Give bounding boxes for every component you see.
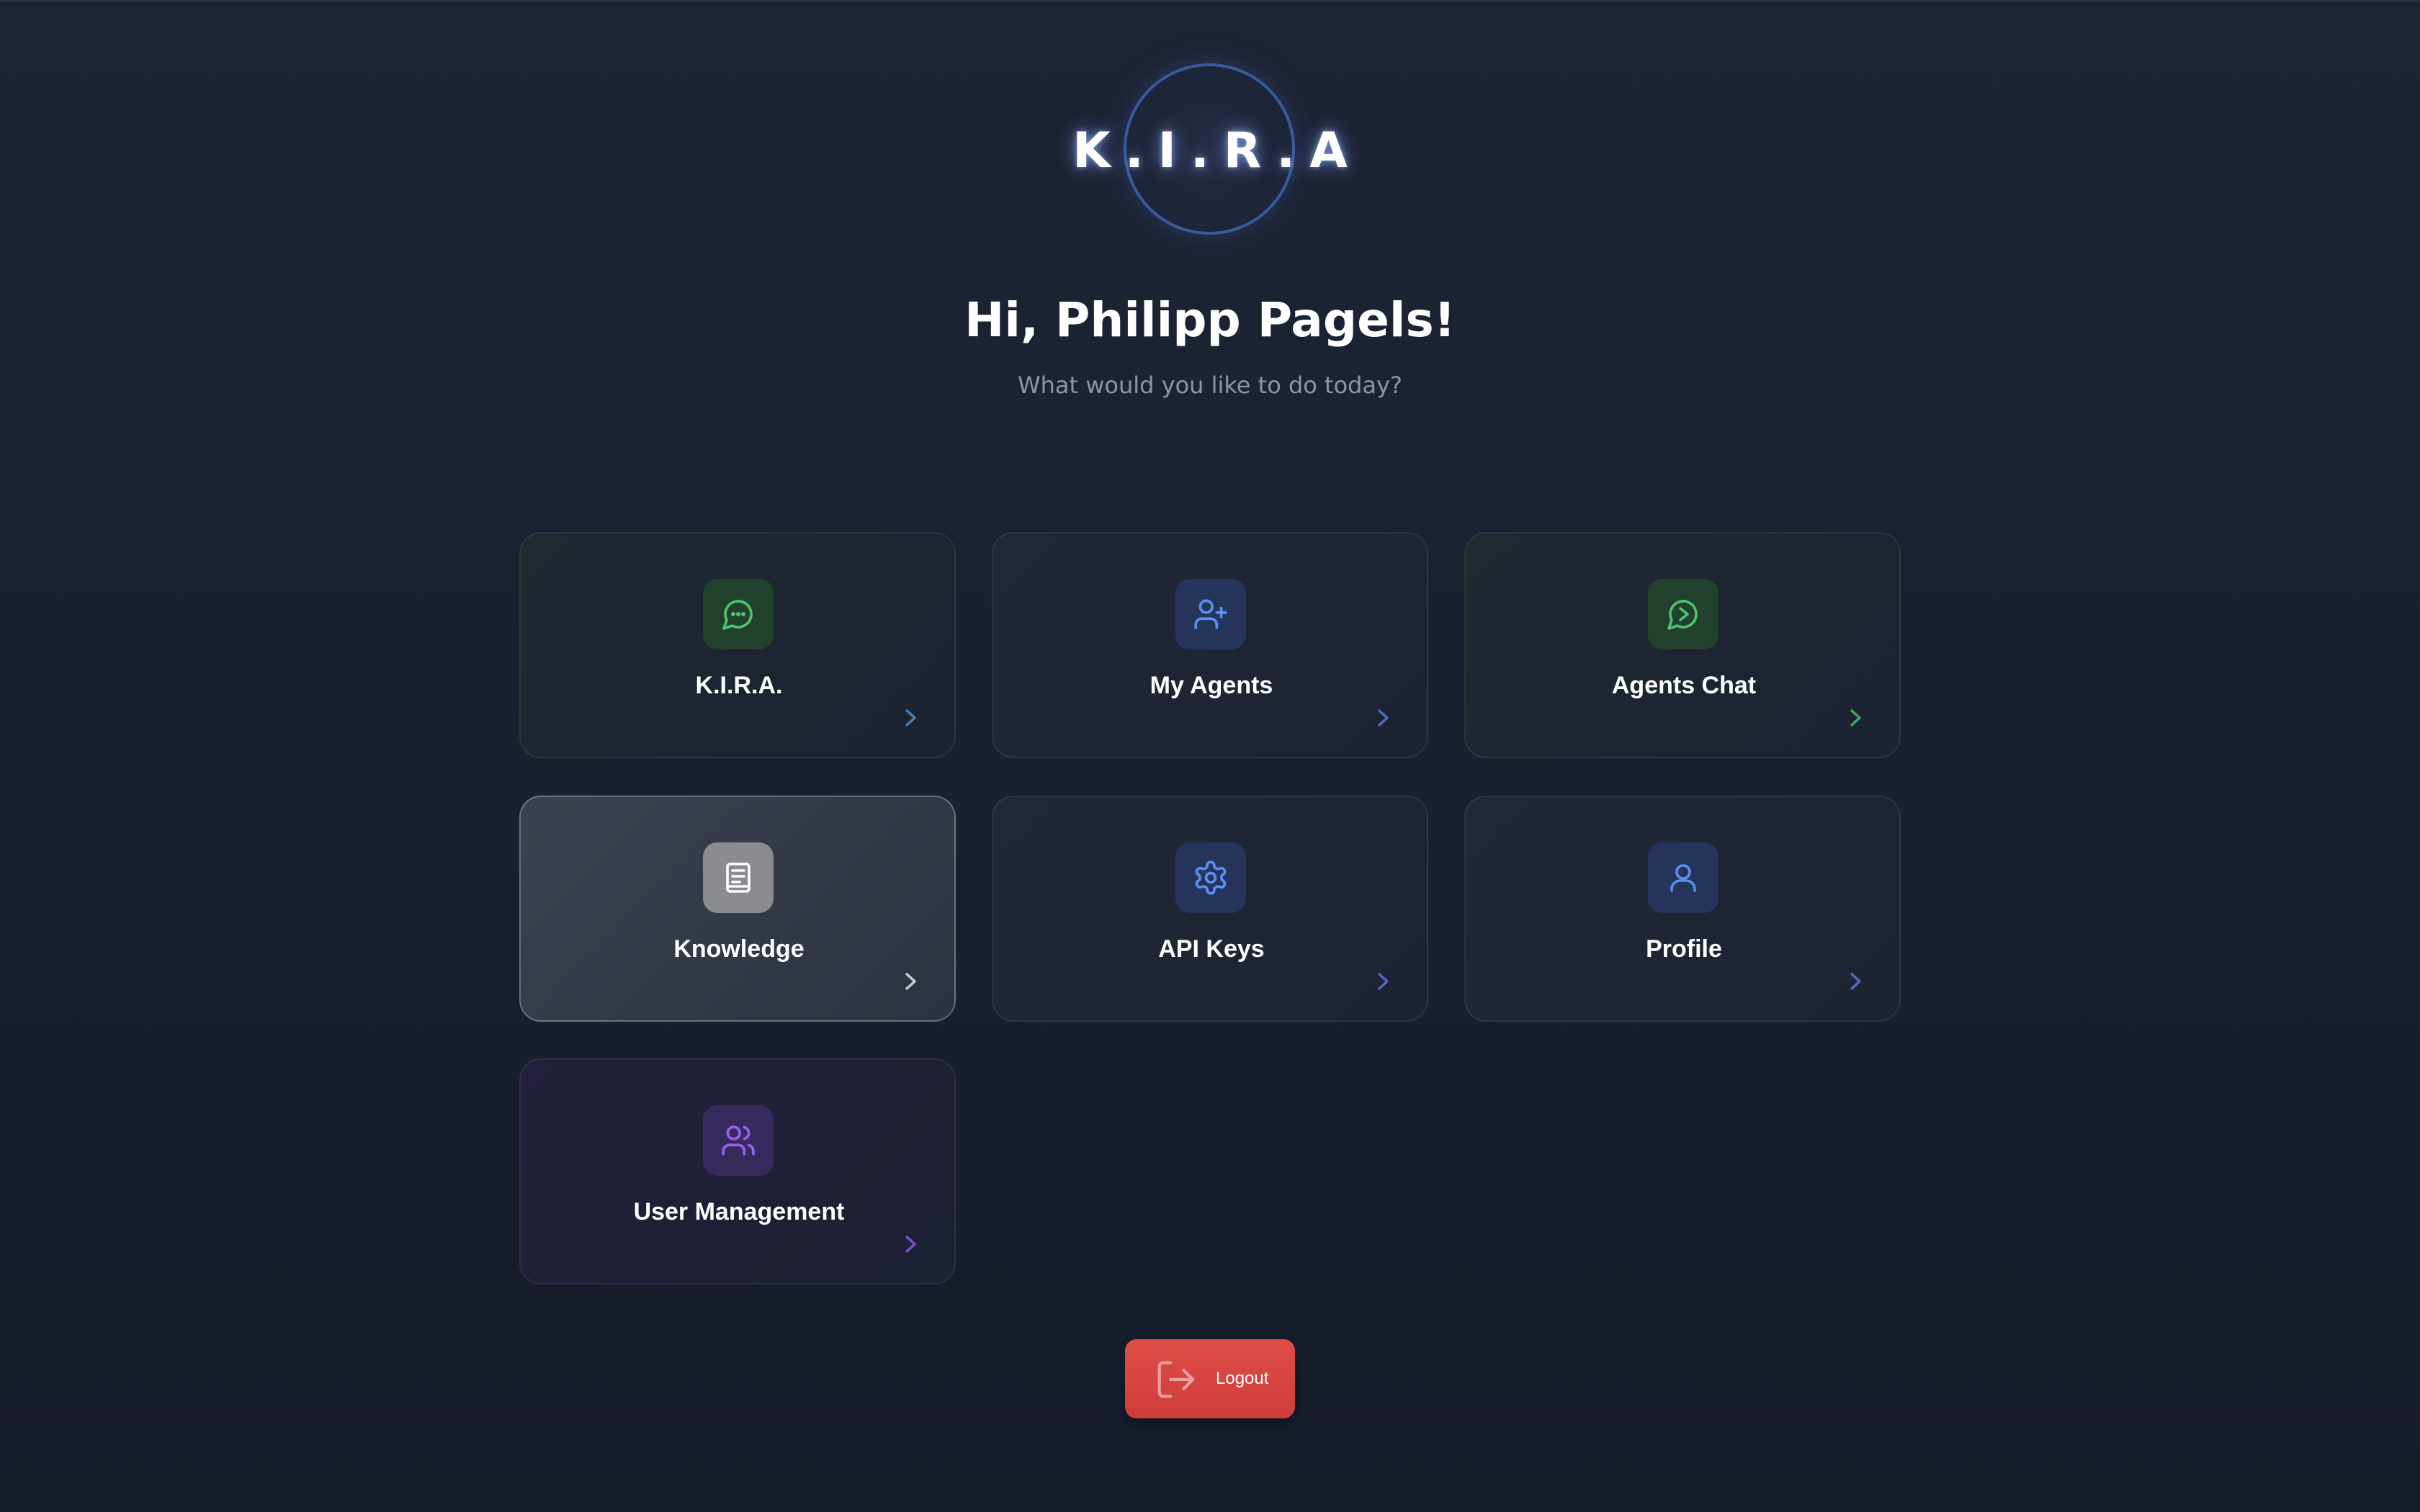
logout-icon bbox=[1154, 1357, 1198, 1402]
card-api-keys[interactable]: API Keys bbox=[992, 796, 1428, 1022]
logout-button[interactable]: Logout bbox=[1125, 1339, 1295, 1418]
card-kira[interactable]: K.I.R.A. bbox=[519, 532, 956, 758]
users-icon bbox=[703, 1105, 774, 1176]
message-dots-icon bbox=[703, 579, 774, 649]
chevron-right-icon bbox=[1847, 968, 1865, 994]
card-label: User Management bbox=[633, 1198, 845, 1225]
card-label: Knowledge bbox=[673, 935, 805, 963]
card-profile[interactable]: Profile bbox=[1464, 796, 1901, 1022]
card-label: Agents Chat bbox=[1611, 672, 1757, 699]
chevron-right-icon bbox=[902, 1231, 920, 1257]
chevron-right-icon bbox=[902, 705, 920, 731]
gear-icon bbox=[1175, 842, 1246, 913]
card-label: K.I.R.A. bbox=[695, 672, 783, 699]
card-label: My Agents bbox=[1150, 672, 1273, 699]
card-my-agents[interactable]: My Agents bbox=[992, 532, 1428, 758]
page-subtitle: What would you like to do today? bbox=[1018, 372, 1402, 399]
card-knowledge[interactable]: Knowledge bbox=[519, 796, 956, 1022]
chevron-right-icon bbox=[902, 968, 920, 994]
logout-label: Logout bbox=[1216, 1369, 1269, 1388]
card-user-management[interactable]: User Management bbox=[519, 1058, 956, 1284]
page-title: Hi, Philipp Pagels! bbox=[964, 292, 1456, 348]
document-icon bbox=[703, 842, 774, 913]
card-label: Profile bbox=[1646, 935, 1722, 963]
chevron-right-icon bbox=[1375, 968, 1392, 994]
card-agents-chat[interactable]: Agents Chat bbox=[1464, 532, 1901, 758]
chat-bubble-icon bbox=[1648, 579, 1718, 649]
top-border bbox=[0, 0, 2420, 2]
kira-logo-text: K.I.R.A bbox=[1072, 122, 1362, 179]
user-plus-icon bbox=[1175, 579, 1246, 649]
chevron-right-icon bbox=[1847, 705, 1865, 731]
chevron-right-icon bbox=[1375, 705, 1392, 731]
card-label: API Keys bbox=[1158, 935, 1265, 963]
user-icon bbox=[1648, 842, 1718, 913]
